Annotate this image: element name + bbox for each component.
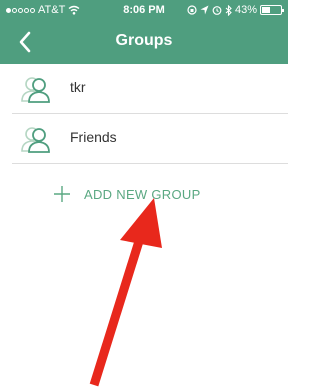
nav-bar: Groups: [0, 20, 288, 64]
group-name: Friends: [70, 129, 117, 145]
plus-icon: [54, 186, 70, 202]
status-right: 43%: [187, 4, 284, 16]
battery-icon: [260, 5, 284, 15]
group-row-tkr[interactable]: tkr: [12, 64, 288, 114]
group-icon: [21, 127, 50, 153]
battery-percent: 43%: [234, 4, 257, 16]
status-bar: AT&T 8:06 PM 43%: [0, 0, 288, 20]
red-arrow-icon: [89, 198, 162, 387]
battery-level: [262, 7, 270, 13]
location-icon: [200, 5, 209, 15]
screen-lock-icon: [187, 5, 197, 15]
group-icon: [21, 77, 50, 103]
group-row-friends[interactable]: Friends: [12, 114, 288, 164]
group-list: tkr Friends: [12, 64, 288, 164]
page-title: Groups: [115, 32, 173, 49]
alarm-icon: [212, 6, 222, 15]
bluetooth-icon: [225, 4, 232, 16]
group-name: tkr: [70, 79, 86, 95]
